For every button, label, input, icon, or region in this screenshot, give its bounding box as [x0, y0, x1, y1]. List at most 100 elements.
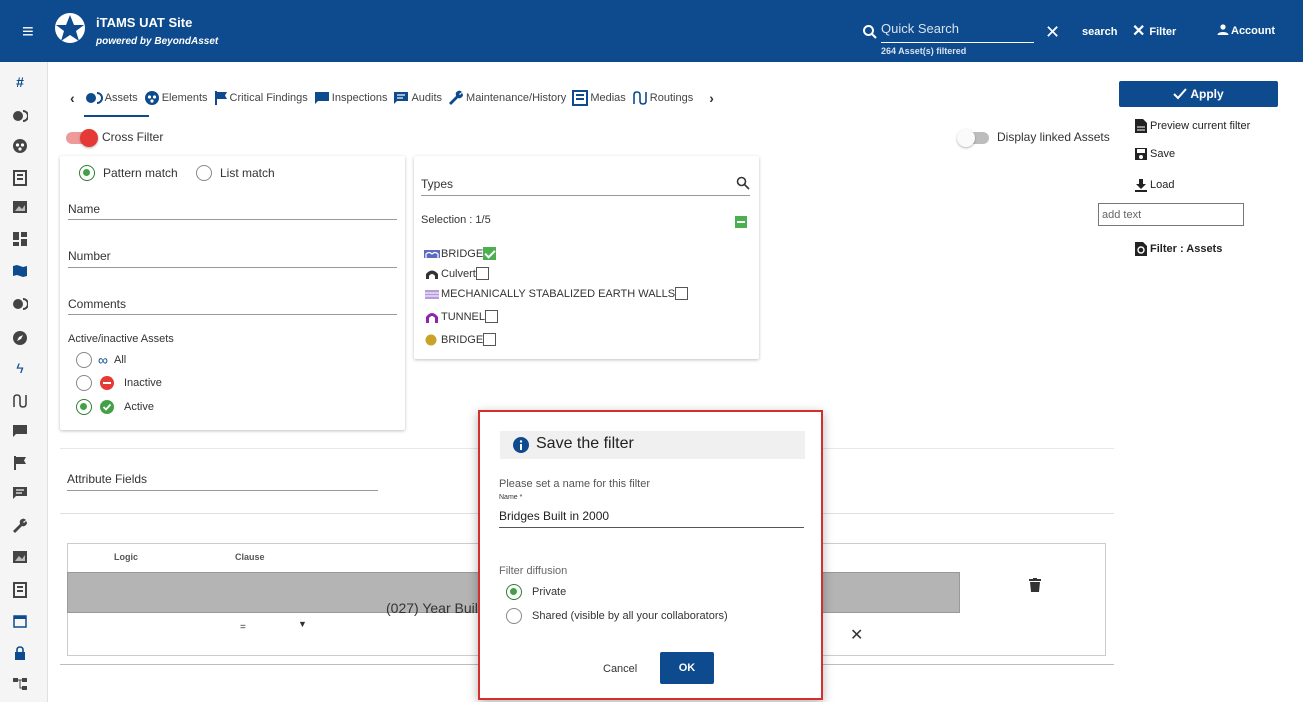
tab-inspections[interactable]: Inspections: [314, 91, 387, 105]
tab-maintenance-history[interactable]: Maintenance/History: [448, 90, 566, 106]
cross-filter-toggle[interactable]: [66, 129, 98, 147]
pattern-match-option[interactable]: Pattern match: [79, 165, 178, 181]
name-field[interactable]: [68, 219, 397, 220]
routing-rail-icon[interactable]: [10, 392, 30, 412]
culvert-type-icon: [426, 270, 438, 279]
dialog-prompt: Please set a name for this filter: [499, 478, 651, 490]
radio-checked: [506, 584, 522, 600]
media-rail-icon-2[interactable]: [10, 548, 30, 568]
save-label: Save: [1150, 148, 1176, 160]
lightning-rail-icon[interactable]: ϟ: [10, 358, 30, 378]
search-button[interactable]: search: [1082, 26, 1117, 38]
attribute-fields-input[interactable]: [67, 490, 378, 491]
type-label: BRIDGE: [441, 333, 484, 346]
filter-button[interactable]: ✕ Filter: [1132, 20, 1202, 44]
radio-checked: [76, 399, 92, 415]
preview-filter-button[interactable]: Preview current filter: [1134, 118, 1250, 134]
remove-clause-icon[interactable]: ✕: [850, 625, 863, 645]
inactive-option[interactable]: Inactive: [76, 375, 162, 391]
wrench-rail-icon[interactable]: [10, 516, 30, 536]
quick-search-input[interactable]: [881, 19, 1034, 43]
dashboard-rail-icon[interactable]: [10, 230, 30, 250]
radio-unchecked: [76, 375, 92, 391]
type-checkbox[interactable]: [483, 333, 497, 346]
minus-circle-icon: [100, 376, 114, 390]
tabs-prev-icon[interactable]: ‹: [70, 90, 75, 106]
number-field[interactable]: [68, 267, 397, 268]
all-option[interactable]: ∞ All: [76, 352, 126, 368]
comments-field[interactable]: [68, 314, 397, 315]
elements-icon: [144, 91, 159, 105]
map-rail-icon[interactable]: [10, 262, 30, 282]
elements-rail-icon[interactable]: [10, 136, 30, 156]
hash-icon[interactable]: #: [10, 72, 30, 92]
floppy-icon: [1135, 148, 1147, 160]
menu-icon[interactable]: ≡: [22, 22, 34, 42]
save-button[interactable]: Save: [1134, 147, 1175, 161]
types-label: Types: [421, 177, 454, 191]
compass-rail-icon[interactable]: [10, 328, 30, 348]
audit-rail-icon[interactable]: [10, 484, 30, 504]
tab-critical-findings[interactable]: Critical Findings: [214, 91, 308, 105]
tabs-next-icon[interactable]: ›: [709, 90, 714, 106]
calendar-rail-icon[interactable]: [10, 612, 30, 632]
ok-button[interactable]: OK: [660, 652, 714, 684]
app-subtitle: powered by BeyondAsset: [96, 36, 219, 47]
type-row-culvert[interactable]: Culvert: [424, 267, 489, 280]
trash-icon[interactable]: [1029, 578, 1041, 592]
hierarchy-rail-icon[interactable]: [10, 676, 30, 696]
filter-assets-button[interactable]: Filter : Assets: [1134, 241, 1222, 257]
load-button[interactable]: Load: [1134, 178, 1174, 192]
clear-search-icon[interactable]: ✕: [1045, 22, 1060, 43]
type-checkbox[interactable]: [485, 310, 499, 323]
type-row-tunnel[interactable]: TUNNEL: [424, 310, 499, 323]
display-linked-toggle[interactable]: [957, 129, 989, 147]
tab-label: Critical Findings: [229, 92, 308, 104]
filter-name-input[interactable]: [499, 506, 804, 528]
check-circle-icon: [100, 400, 114, 414]
account-button[interactable]: Account: [1217, 24, 1275, 37]
filter-file-icon: [1135, 242, 1147, 256]
dialog-title: Save the filter: [536, 435, 634, 452]
media-rail-icon[interactable]: [10, 198, 30, 218]
tab-elements[interactable]: Elements: [144, 90, 208, 106]
type-checkbox-checked[interactable]: [483, 247, 497, 260]
flag-rail-icon[interactable]: [10, 454, 30, 474]
tab-routings[interactable]: Routings: [632, 91, 693, 105]
document-rail-icon-2[interactable]: [10, 580, 30, 600]
types-search-icon[interactable]: [736, 176, 750, 190]
tab-assets[interactable]: Assets: [85, 92, 138, 104]
preview-label: Preview current filter: [1150, 120, 1251, 132]
entity-tabs: ‹ Assets Elements Critical Findings Insp…: [60, 86, 724, 110]
lock-rail-icon[interactable]: [10, 644, 30, 664]
tab-audits[interactable]: Audits: [393, 91, 442, 105]
type-row-mse-walls[interactable]: MECHANICALLY STABALIZED EARTH WALLS: [424, 287, 689, 300]
list-match-option[interactable]: List match: [196, 165, 275, 181]
type-checkbox[interactable]: [675, 287, 689, 300]
add-text-input[interactable]: [1098, 203, 1244, 226]
assets-rail-icon-2[interactable]: [10, 296, 30, 316]
comment-rail-icon[interactable]: [10, 422, 30, 442]
operator-dropdown-icon[interactable]: ▼: [298, 619, 307, 629]
display-linked-label: Display linked Assets: [997, 130, 1110, 144]
tunnel-type-icon: [426, 312, 438, 323]
deselect-all-icon[interactable]: [735, 216, 747, 228]
assets-rail-icon[interactable]: [10, 108, 30, 128]
tab-medias[interactable]: Medias: [572, 90, 626, 106]
types-field[interactable]: [421, 195, 750, 196]
document-rail-icon[interactable]: [10, 168, 30, 188]
load-label: Load: [1150, 179, 1175, 191]
active-option[interactable]: Active: [76, 399, 154, 415]
filter-diffusion-label: Filter diffusion: [499, 565, 568, 577]
apply-button[interactable]: Apply: [1119, 81, 1278, 107]
cancel-button[interactable]: Cancel: [603, 663, 637, 675]
private-option[interactable]: Private: [506, 584, 566, 600]
operator-select[interactable]: =: [240, 622, 246, 633]
type-checkbox[interactable]: [475, 267, 489, 280]
list-match-label: List match: [220, 166, 275, 180]
shared-option[interactable]: Shared (visible by all your collaborator…: [506, 608, 728, 624]
type-row-bridge[interactable]: BRIDGE: [424, 247, 497, 260]
search-icon[interactable]: [862, 24, 878, 40]
clause-row-text: (027) Year Built: [386, 600, 482, 616]
type-row-bridge-2[interactable]: BRIDGE: [424, 333, 497, 346]
